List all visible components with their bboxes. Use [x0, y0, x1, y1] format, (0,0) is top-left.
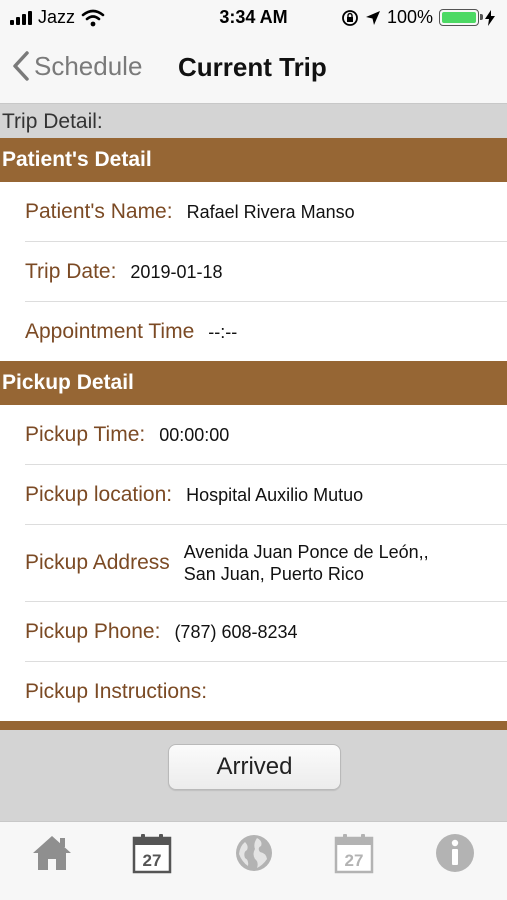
- pickup-instructions-label: Pickup Instructions:: [25, 679, 208, 703]
- pickup-phone-value[interactable]: (787) 608-8234: [174, 621, 297, 643]
- chevron-left-icon: [13, 51, 29, 81]
- battery-icon: [439, 9, 483, 26]
- status-bar: Jazz 3:34 AM 100%: [0, 0, 507, 36]
- page-title: Current Trip: [178, 52, 327, 82]
- tab-info[interactable]: [434, 832, 478, 876]
- navigation-bar: Schedule Current Trip: [0, 36, 507, 104]
- arrived-button[interactable]: Arrived: [168, 744, 341, 790]
- trip-date-label: Trip Date:: [25, 259, 117, 283]
- calendar-faded-day-text: 27: [345, 851, 364, 870]
- pickup-phone-row[interactable]: Pickup Phone: (787) 608-8234: [25, 602, 507, 662]
- pickup-time-row: Pickup Time: 00:00:00: [25, 405, 507, 465]
- tab-schedule[interactable]: 27: [132, 832, 176, 876]
- home-icon: [33, 836, 71, 870]
- rotation-lock-icon: [342, 9, 358, 26]
- tab-calendar-inactive[interactable]: 27: [334, 832, 378, 876]
- globe-icon: [236, 835, 272, 871]
- appointment-time-row: Appointment Time --:--: [25, 302, 507, 361]
- pickup-instructions-row: Pickup Instructions:: [25, 662, 507, 721]
- patient-name-value: Rafael Rivera Manso: [186, 201, 355, 222]
- patient-section-header: Patient's Detail: [0, 138, 507, 182]
- tab-bar: 27 27: [0, 821, 507, 900]
- action-area: Arrived: [0, 730, 507, 821]
- pickup-time-label: Pickup Time:: [25, 422, 146, 446]
- battery-fill: [442, 12, 476, 23]
- pickup-location-label: Pickup location:: [25, 482, 173, 506]
- info-icon: [436, 834, 474, 872]
- tab-home[interactable]: [31, 832, 75, 876]
- trip-detail-label: Trip Detail:: [0, 104, 507, 138]
- location-arrow-icon: [365, 10, 380, 25]
- pickup-section-header: Pickup Detail: [0, 361, 507, 405]
- pickup-location-row: Pickup location: Hospital Auxilio Mutuo: [25, 465, 507, 525]
- appointment-time-label: Appointment Time: [25, 319, 195, 343]
- trip-date-value: 2019-01-18: [130, 261, 223, 282]
- patient-section: Patient's Name: Rafael Rivera Manso Trip…: [0, 182, 507, 361]
- pickup-address-value: Avenida Juan Ponce de León,, San Juan, P…: [184, 541, 429, 585]
- back-button[interactable]: Schedule: [12, 50, 142, 82]
- calendar-faded-icon: 27: [334, 834, 374, 874]
- trip-date-row: Trip Date: 2019-01-18: [25, 242, 507, 302]
- pickup-address-line1: Avenida Juan Ponce de León,,: [183, 542, 429, 562]
- back-button-label: Schedule: [34, 50, 143, 81]
- patient-name-label: Patient's Name:: [25, 199, 173, 223]
- calendar-day-text: 27: [143, 851, 162, 870]
- pickup-address-row: Pickup Address Avenida Juan Ponce de Leó…: [25, 525, 507, 602]
- tab-map[interactable]: [233, 832, 277, 876]
- calendar-icon: 27: [132, 834, 172, 874]
- trip-detail-scroll[interactable]: Trip Detail: Patient's Detail Patient's …: [0, 104, 507, 730]
- patient-name-row: Patient's Name: Rafael Rivera Manso: [25, 182, 507, 242]
- pickup-address-line2: San Juan, Puerto Rico: [183, 564, 364, 584]
- charging-bolt-icon: [485, 9, 495, 26]
- next-section-header-partial: [0, 721, 507, 730]
- pickup-phone-label: Pickup Phone:: [25, 619, 161, 643]
- pickup-section: Pickup Time: 00:00:00 Pickup location: H…: [0, 405, 507, 721]
- status-right: 100%: [341, 7, 495, 28]
- pickup-location-value: Hospital Auxilio Mutuo: [186, 484, 364, 505]
- battery-percent: 100%: [386, 7, 433, 27]
- pickup-address-label: Pickup Address: [25, 551, 170, 574]
- pickup-time-value: 00:00:00: [159, 424, 230, 445]
- appointment-time-value: --:--: [208, 321, 238, 342]
